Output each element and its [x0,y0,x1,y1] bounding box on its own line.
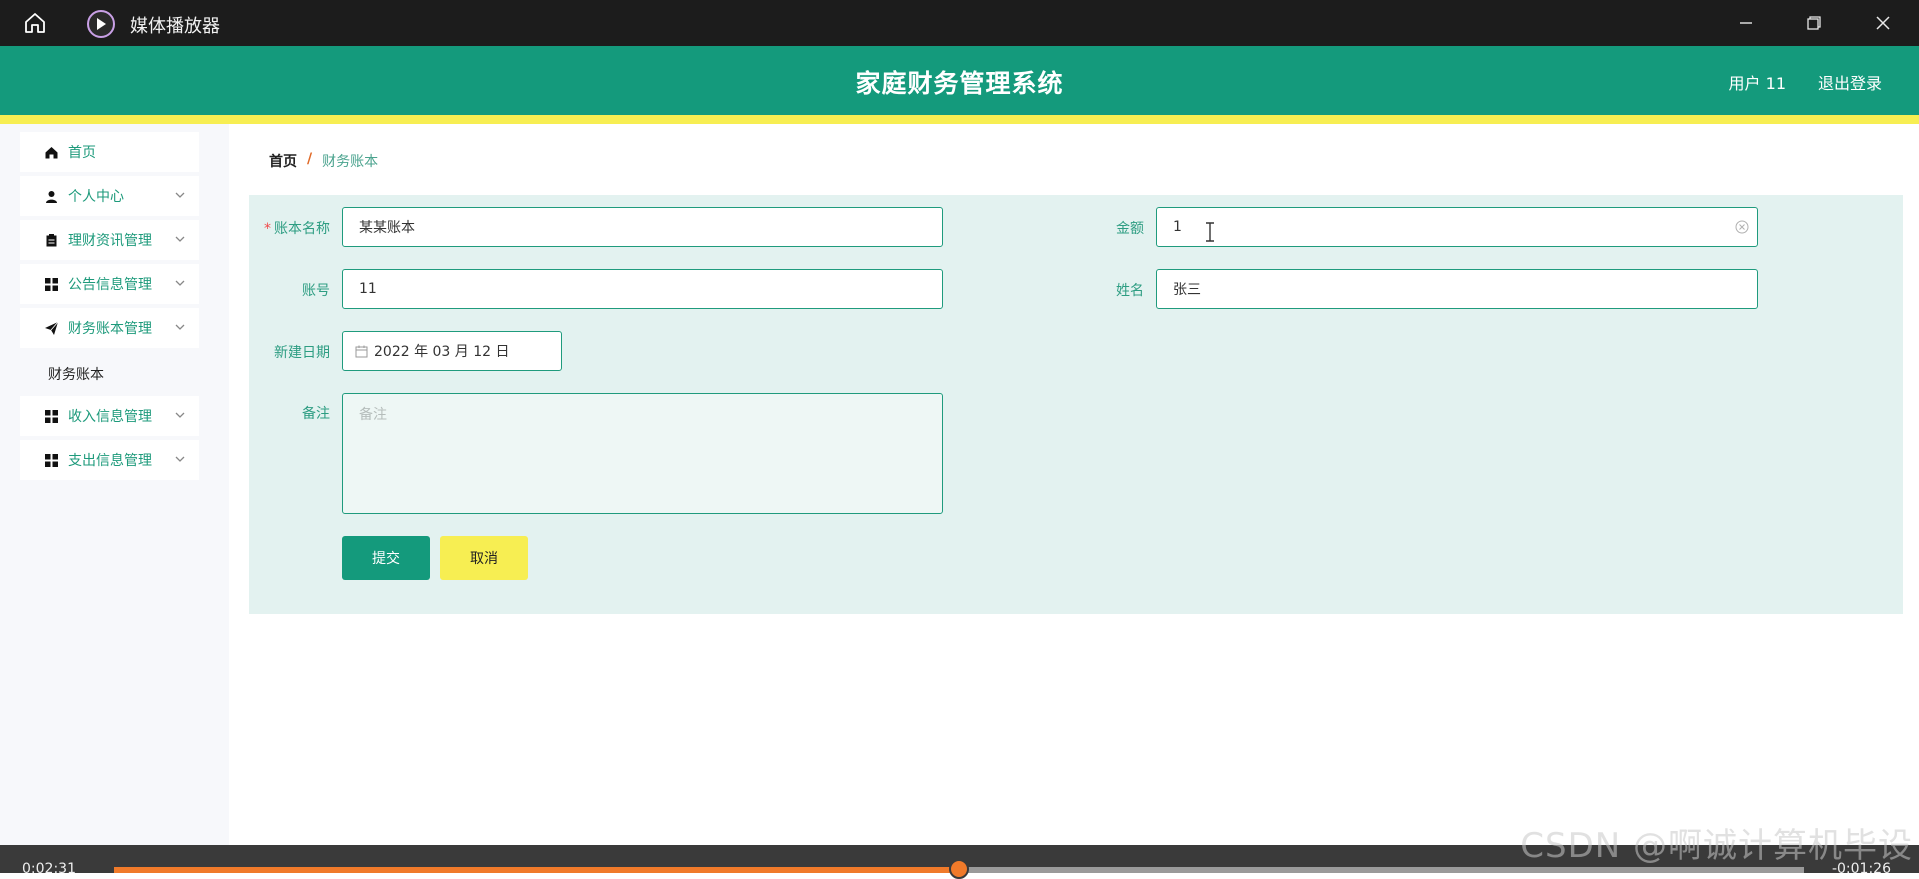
watermark: CSDN @啊诚计算机毕设 [1520,826,1913,866]
window-titlebar: 媒体播放器 [0,0,1919,46]
sidebar-item-finance-news[interactable]: 理财资讯管理 [20,220,199,260]
paper-plane-icon [44,321,58,335]
sidebar-item-label: 收入信息管理 [68,409,152,425]
seek-thumb[interactable] [949,859,969,879]
chevron-down-icon [175,192,185,198]
breadcrumb: 首页 / 财务账本 [269,151,378,171]
header-stripe [0,115,1919,124]
amount-value: 1 [1173,219,1182,235]
current-user: 用户 11 [1728,74,1786,93]
home-icon [44,145,58,159]
sidebar-item-label: 理财资讯管理 [68,233,152,249]
chevron-down-icon [175,324,185,330]
grid-icon [44,277,58,291]
date-value: 2022 年 03 月 12 日 [374,344,510,360]
chevron-down-icon [175,456,185,462]
amount-input[interactable]: 1 [1156,207,1758,247]
system-title: 家庭财务管理系统 [855,69,1064,98]
home-icon[interactable] [20,10,50,36]
sidebar-item-income[interactable]: 收入信息管理 [20,396,199,436]
account-no-input[interactable]: 11 [342,269,943,309]
remark-textarea[interactable]: 备注 [342,393,943,514]
sidebar-item-label: 支出信息管理 [68,453,152,469]
sidebar-item-label: 首页 [68,145,96,161]
media-player-icon [87,10,115,38]
calendar-icon [355,345,368,357]
sidebar-item-label: 财务账本管理 [68,321,152,337]
breadcrumb-home[interactable]: 首页 [269,151,297,171]
logout-link[interactable]: 退出登录 [1818,70,1882,94]
chevron-down-icon [175,236,185,242]
chevron-down-icon [175,280,185,286]
elapsed-time: 0:02:31 [22,861,76,877]
sidebar-item-expense[interactable]: 支出信息管理 [20,440,199,480]
text-cursor-icon [1206,222,1214,242]
name-input[interactable]: 张三 [1156,269,1758,309]
name-label: 姓名 [1116,283,1144,299]
grid-icon [44,453,58,467]
breadcrumb-separator: / [307,151,313,167]
date-picker[interactable]: 2022 年 03 月 12 日 [342,331,562,371]
restore-icon[interactable] [1791,8,1837,38]
sidebar: 首页 个人中心 理财资讯管理 公告信息管理 财务账本管理 财务账本 收入信息管理… [0,124,229,845]
amount-label: 金额 [1116,221,1144,237]
sidebar-subitem-account-book[interactable]: 财务账本 [48,364,104,384]
minimize-icon[interactable] [1723,8,1769,38]
sidebar-item-label: 个人中心 [68,189,124,205]
app-header: 家庭财务管理系统 用户 11 退出登录 [0,46,1919,115]
sidebar-item-personal-center[interactable]: 个人中心 [20,176,199,216]
account-no-label: 账号 [302,283,330,299]
sidebar-item-home[interactable]: 首页 [20,132,199,172]
close-icon[interactable] [1860,8,1906,38]
grid-icon [44,409,58,423]
submit-button[interactable]: 提交 [342,536,430,580]
breadcrumb-current: 财务账本 [322,154,379,170]
remark-label: 备注 [302,406,330,422]
window-title: 媒体播放器 [130,16,220,37]
account-name-label: * 账本名称 [264,221,330,237]
clear-icon[interactable] [1735,220,1749,234]
cancel-button[interactable]: 取消 [440,536,528,580]
seek-bar-progress [114,867,959,873]
sidebar-item-announcements[interactable]: 公告信息管理 [20,264,199,304]
seek-bar[interactable] [114,859,1804,879]
sidebar-item-label: 公告信息管理 [68,277,152,293]
account-name-input[interactable]: 某某账本 [342,207,943,247]
clipboard-icon [44,233,58,247]
sidebar-item-account-book[interactable]: 财务账本管理 [20,308,199,348]
chevron-down-icon [175,412,185,418]
date-label: 新建日期 [274,345,330,361]
user-icon [44,189,58,203]
